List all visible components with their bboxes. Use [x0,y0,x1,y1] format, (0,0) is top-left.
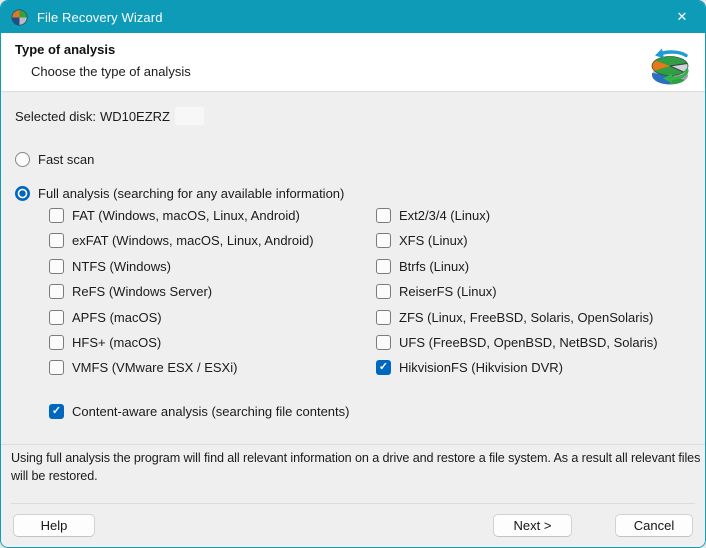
filesystem-checkbox-row[interactable]: exFAT (Windows, macOS, Linux, Android) [49,233,314,258]
checkbox-label: Ext2/3/4 (Linux) [399,208,490,224]
wizard-header: Type of analysis Choose the type of anal… [1,33,705,92]
disk-value-highlight [175,107,204,125]
selected-disk-row: Selected disk: WD10EZRZ [15,107,204,125]
checkbox-icon [376,259,391,274]
checkbox-label: VMFS (VMware ESX / ESXi) [72,360,237,376]
filesystem-checkbox-row[interactable]: UFS (FreeBSD, OpenBSD, NetBSD, Solaris) [376,335,658,360]
filesystem-checkbox-row[interactable]: XFS (Linux) [376,233,658,258]
filesystem-checkbox-row[interactable]: VMFS (VMware ESX / ESXi) [49,360,314,385]
app-icon[interactable] [11,9,28,26]
window-title: File Recovery Wizard [37,10,163,25]
help-button[interactable]: Help [13,514,95,537]
filesystem-checkbox-row[interactable]: HikvisionFS (Hikvision DVR) [376,360,658,385]
filesystem-checkbox-row[interactable]: ZFS (Linux, FreeBSD, Solaris, OpenSolari… [376,310,658,335]
checkbox-label: UFS (FreeBSD, OpenBSD, NetBSD, Solaris) [399,335,658,351]
app-icon-glyph [11,9,28,26]
next-button[interactable]: Next > [493,514,572,537]
divider-above-buttons [11,503,695,504]
radio-label: Full analysis (searching for any availab… [38,186,344,201]
filesystem-checkbox-row[interactable]: Ext2/3/4 (Linux) [376,208,658,233]
radio-button-icon [15,186,30,201]
filesystem-checkbox-row[interactable]: NTFS (Windows) [49,259,314,284]
checkbox-label: ReiserFS (Linux) [399,284,497,300]
checkbox-label: HikvisionFS (Hikvision DVR) [399,360,563,376]
checkbox-icon [49,404,64,419]
radio-button-icon [15,152,30,167]
checkbox-icon [49,310,64,325]
checkbox-icon [376,360,391,375]
checkbox-icon [49,233,64,248]
checkbox-icon [49,259,64,274]
filesystem-checkbox-row[interactable]: FAT (Windows, macOS, Linux, Android) [49,208,314,233]
checkbox-label: Content-aware analysis (searching file c… [72,404,349,420]
checkbox-label: APFS (macOS) [72,310,162,326]
checkbox-label: Btrfs (Linux) [399,259,469,275]
checkbox-content-aware[interactable]: Content-aware analysis (searching file c… [49,404,349,429]
radio-fast-scan[interactable]: Fast scan [15,151,94,167]
file-recovery-wizard-window: File Recovery Wizard ✕ Type of analysis … [0,0,706,548]
checkbox-label: NTFS (Windows) [72,259,171,275]
selected-disk-label: Selected disk: [15,109,96,124]
checkbox-label: HFS+ (macOS) [72,335,161,351]
checkbox-label: FAT (Windows, macOS, Linux, Android) [72,208,300,224]
checkbox-icon [49,208,64,223]
checkbox-label: ZFS (Linux, FreeBSD, Solaris, OpenSolari… [399,310,653,326]
wizard-body: Selected disk: WD10EZRZ Fast scan Full a… [1,92,705,548]
checkbox-icon [49,335,64,350]
titlebar[interactable]: File Recovery Wizard ✕ [1,1,705,33]
filesystem-checkbox-row[interactable]: ReFS (Windows Server) [49,284,314,309]
checkbox-label: ReFS (Windows Server) [72,284,212,300]
checkbox-icon [376,233,391,248]
cancel-button[interactable]: Cancel [615,514,693,537]
checkbox-icon [376,335,391,350]
analysis-description: Using full analysis the program will fin… [11,450,703,485]
filesystem-checkbox-row[interactable]: Btrfs (Linux) [376,259,658,284]
filesystem-checkbox-row[interactable]: APFS (macOS) [49,310,314,335]
filesystem-checkbox-row[interactable]: HFS+ (macOS) [49,335,314,360]
checkbox-label: XFS (Linux) [399,233,468,249]
close-button[interactable]: ✕ [659,1,705,33]
checkbox-label: exFAT (Windows, macOS, Linux, Android) [72,233,314,249]
disk-recovery-icon [646,42,694,90]
page-subtitle: Choose the type of analysis [31,64,705,79]
checkbox-icon [376,310,391,325]
divider-above-description [1,444,705,445]
page-title: Type of analysis [15,42,705,57]
selected-disk-value: WD10EZRZ [100,109,170,124]
filesystem-list-left: FAT (Windows, macOS, Linux, Android) exF… [49,208,314,386]
radio-full-analysis[interactable]: Full analysis (searching for any availab… [15,185,344,201]
filesystem-list-right: Ext2/3/4 (Linux) XFS (Linux) Btrfs (Linu… [376,208,658,386]
radio-label: Fast scan [38,152,94,167]
checkbox-icon [49,284,64,299]
filesystem-checkbox-row[interactable]: ReiserFS (Linux) [376,284,658,309]
checkbox-icon [49,360,64,375]
checkbox-icon [376,284,391,299]
checkbox-icon [376,208,391,223]
